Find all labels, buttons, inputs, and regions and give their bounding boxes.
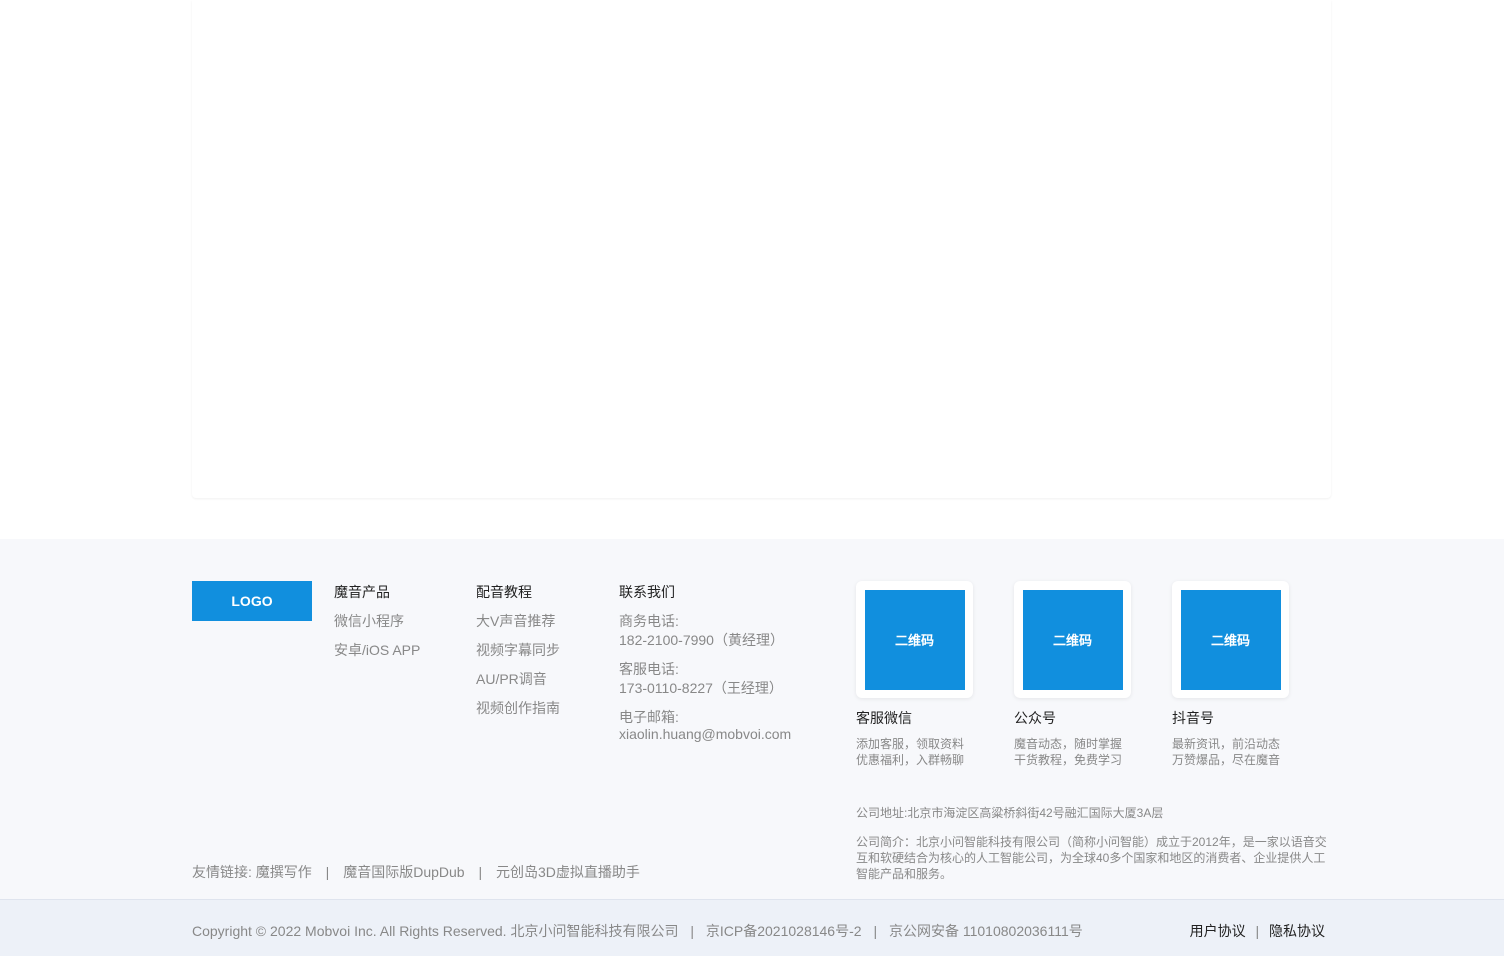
qr-frame: 二维码 bbox=[1014, 581, 1131, 698]
policy-links: 用户协议 | 隐私协议 bbox=[1190, 922, 1325, 940]
contact-service: 客服电话: 173-0110-8227（王经理） bbox=[619, 660, 791, 697]
column-title-contact: 联系我们 bbox=[619, 584, 675, 600]
friend-link-yuanchuangdao[interactable]: 元创岛3D虚拟直播助手 bbox=[496, 864, 640, 880]
email-label: 电子邮箱: bbox=[619, 709, 679, 725]
qr-desc-line: 添加客服，领取资料 bbox=[856, 737, 965, 751]
user-agreement-link[interactable]: 用户协议 bbox=[1190, 923, 1246, 939]
company-intro: 公司简介：北京小问智能科技有限公司（简称小问智能）成立于2012年，是一家以语音… bbox=[856, 835, 1327, 881]
separator: | bbox=[1255, 923, 1260, 939]
separator: | bbox=[325, 864, 330, 880]
copyright-line: Copyright © 2022 Mobvoi Inc. All Rights … bbox=[192, 922, 1083, 940]
friend-link-mozhuan[interactable]: 魔撰写作 bbox=[256, 864, 312, 880]
qr-code-placeholder: 二维码 bbox=[1022, 589, 1123, 690]
service-phone-value: 173-0110-8227（王经理） bbox=[619, 680, 783, 696]
friend-links: 友情链接: 魔撰写作 | 魔音国际版DupDub | 元创岛3D虚拟直播助手 bbox=[192, 863, 640, 881]
link-bigv-voice[interactable]: 大V声音推荐 bbox=[476, 612, 560, 630]
separator: | bbox=[478, 864, 483, 880]
qr-title: 客服微信 bbox=[856, 710, 912, 726]
site-footer: LOGO 魔音产品 微信小程序 安卓/iOS APP 配音教程 大V声音推荐 视… bbox=[0, 539, 1504, 899]
police-record-link[interactable]: 京公网安备 11010802036111号 bbox=[889, 923, 1083, 939]
column-title-tutorials: 配音教程 bbox=[476, 584, 532, 600]
qr-desc-line: 最新资讯，前沿动态 bbox=[1172, 737, 1281, 751]
qr-code-placeholder: 二维码 bbox=[1180, 589, 1281, 690]
contact-business: 商务电话: 182-2100-7990（黄经理） bbox=[619, 612, 791, 649]
qr-desc-line: 魔音动态，随时掌握 bbox=[1014, 737, 1123, 751]
email-value[interactable]: xiaolin.huang@mobvoi.com bbox=[619, 725, 791, 743]
qr-block-service-wechat: 二维码 客服微信 添加客服，领取资料 优惠福利，入群畅聊 bbox=[856, 581, 1006, 768]
qr-block-douyin: 二维码 抖音号 最新资讯，前沿动态 万赞爆品，尽在魔音 bbox=[1172, 581, 1322, 768]
separator: | bbox=[690, 923, 694, 939]
qr-title: 抖音号 bbox=[1172, 710, 1214, 726]
qr-frame: 二维码 bbox=[1172, 581, 1289, 698]
footer-column-tutorials: 配音教程 大V声音推荐 视频字幕同步 AU/PR调音 视频创作指南 bbox=[476, 583, 560, 717]
contact-email: 电子邮箱: xiaolin.huang@mobvoi.com bbox=[619, 708, 791, 743]
qr-desc-line: 优惠福利，入群畅聊 bbox=[856, 753, 965, 767]
bottom-bar: Copyright © 2022 Mobvoi Inc. All Rights … bbox=[0, 899, 1504, 956]
qr-description: 最新资讯，前沿动态 万赞爆品，尽在魔音 bbox=[1172, 736, 1322, 768]
footer-column-contact: 联系我们 商务电话: 182-2100-7990（黄经理） 客服电话: 173-… bbox=[619, 583, 791, 743]
content-card bbox=[192, 0, 1331, 498]
link-wechat-miniprogram[interactable]: 微信小程序 bbox=[334, 612, 420, 630]
link-au-pr-tuning[interactable]: AU/PR调音 bbox=[476, 670, 560, 688]
service-phone-label: 客服电话: bbox=[619, 661, 679, 677]
qr-block-official-account: 二维码 公众号 魔音动态，随时掌握 干货教程，免费学习 bbox=[1014, 581, 1164, 768]
business-phone-label: 商务电话: bbox=[619, 613, 679, 629]
separator: | bbox=[873, 923, 878, 939]
qr-description: 魔音动态，随时掌握 干货教程，免费学习 bbox=[1014, 736, 1164, 768]
main-content-area bbox=[0, 0, 1504, 539]
business-phone-value: 182-2100-7990（黄经理） bbox=[619, 632, 784, 648]
qr-desc-line: 干货教程，免费学习 bbox=[1014, 753, 1123, 767]
qr-frame: 二维码 bbox=[856, 581, 973, 698]
company-address: 公司地址:北京市海淀区高粱桥斜街42号融汇国际大厦3A层 bbox=[856, 806, 1164, 820]
qr-title: 公众号 bbox=[1014, 710, 1056, 726]
link-android-ios-app[interactable]: 安卓/iOS APP bbox=[334, 641, 420, 659]
link-subtitle-sync[interactable]: 视频字幕同步 bbox=[476, 641, 560, 659]
column-title-products: 魔音产品 bbox=[334, 584, 390, 600]
icp-link[interactable]: 京ICP备2021028146号-2 bbox=[706, 923, 862, 939]
qr-desc-line: 万赞爆品，尽在魔音 bbox=[1172, 753, 1281, 767]
privacy-agreement-link[interactable]: 隐私协议 bbox=[1269, 923, 1325, 939]
link-video-guide[interactable]: 视频创作指南 bbox=[476, 699, 560, 717]
copyright-text: Copyright © 2022 Mobvoi Inc. All Rights … bbox=[192, 923, 507, 939]
footer-column-products: 魔音产品 微信小程序 安卓/iOS APP bbox=[334, 583, 420, 659]
qr-code-placeholder: 二维码 bbox=[864, 589, 965, 690]
friend-links-label: 友情链接: bbox=[192, 864, 252, 880]
footer-logo[interactable]: LOGO bbox=[192, 581, 312, 621]
company-name: 北京小问智能科技有限公司 bbox=[510, 923, 679, 939]
qr-description: 添加客服，领取资料 优惠福利，入群畅聊 bbox=[856, 736, 1006, 768]
friend-link-dupdub[interactable]: 魔音国际版DupDub bbox=[343, 864, 464, 880]
